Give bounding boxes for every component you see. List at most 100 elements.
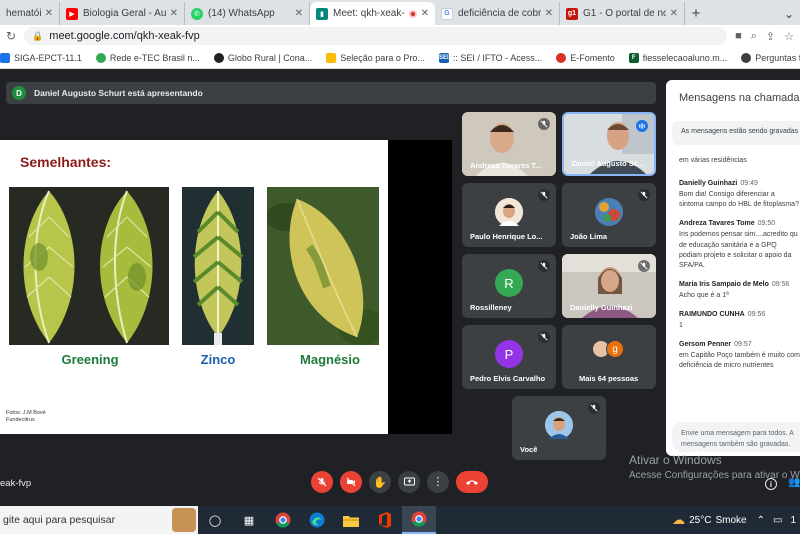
- bookmark-item[interactable]: Rede e-TEC Brasil n...: [95, 52, 200, 63]
- camera-icon[interactable]: ■: [735, 30, 742, 43]
- slide-caption: Magnésio: [300, 352, 360, 367]
- widgets-button[interactable]: ▦: [232, 506, 266, 534]
- bookmark-label: Globo Rural | Cona...: [227, 52, 313, 63]
- tab-title: Biologia Geral - Aula 1: [83, 8, 166, 19]
- message-time: 09:50: [757, 220, 776, 228]
- bookmark-item[interactable]: Ffiesselecaoaluno.m...: [628, 52, 728, 63]
- leave-call-button[interactable]: [456, 471, 488, 493]
- bookmark-item[interactable]: SIGA-EPCT-11.1: [0, 52, 82, 63]
- close-icon[interactable]: ✕: [670, 8, 678, 19]
- close-icon[interactable]: ✕: [545, 8, 553, 19]
- bookmark-label: E-Fomento: [570, 52, 615, 63]
- bookmark-item[interactable]: SEI:: SEI / IFTO - Acess...: [438, 52, 543, 63]
- share-icon[interactable]: ⇪: [766, 30, 775, 43]
- bookmarks-bar: SIGA-EPCT-11.1 Rede e-TEC Brasil n... Gl…: [0, 47, 800, 69]
- participant-tile[interactable]: P Pedro Elvis Carvalho: [462, 325, 556, 389]
- bookmark-item[interactable]: Perguntas frequent...: [741, 52, 800, 63]
- zoom-icon[interactable]: ⌕: [751, 30, 757, 43]
- youtube-icon: ▶: [66, 7, 78, 20]
- close-icon[interactable]: ✕: [170, 8, 178, 19]
- presenter-banner-text: Daniel Augusto Schurt está apresentando: [34, 88, 203, 98]
- office-taskbar-button[interactable]: [368, 506, 402, 534]
- tab-title: hematóide: [6, 8, 41, 19]
- url-text: meet.google.com/qkh-xeak-fvp: [49, 30, 200, 42]
- participant-tile[interactable]: João Lima: [562, 183, 656, 247]
- taskbar-search-box[interactable]: gite aqui para pesquisar: [0, 506, 198, 534]
- message-time: 09:49: [740, 180, 758, 188]
- browser-tab[interactable]: g1 G1 - O portal de notíc ✕: [560, 2, 685, 25]
- task-view-button[interactable]: ◯: [198, 506, 232, 534]
- message-time: 09:56: [747, 311, 766, 319]
- folder-icon: [343, 515, 359, 527]
- file-explorer-taskbar-button[interactable]: [334, 506, 368, 534]
- browser-tab[interactable]: ▶ Biologia Geral - Aula 1 ✕: [60, 2, 185, 25]
- task-view-icon: ◯: [208, 514, 222, 527]
- participant-tile[interactable]: Danielly Guinhazi: [562, 254, 656, 318]
- weather-temperature: 25°C: [689, 514, 712, 526]
- browser-tab[interactable]: hematóide ✕: [0, 2, 60, 25]
- more-participants-tile[interactable]: g Mais 64 pessoas: [562, 325, 656, 389]
- avatar: g: [606, 340, 624, 358]
- raise-hand-button[interactable]: ✋: [369, 471, 391, 493]
- avatar: P: [495, 340, 523, 369]
- chrome-taskbar-button[interactable]: [266, 506, 300, 534]
- new-tab-button[interactable]: +: [685, 2, 707, 25]
- sei-icon: SEI: [438, 52, 449, 63]
- bookmark-label: Perguntas frequent...: [755, 52, 800, 63]
- people-icon[interactable]: 👥: [788, 477, 800, 488]
- avatar: D: [12, 86, 26, 100]
- close-icon[interactable]: ✕: [421, 8, 429, 19]
- url-field[interactable]: 🔒 meet.google.com/qkh-xeak-fvp: [24, 27, 728, 45]
- participant-tile[interactable]: R Rossilleney: [462, 254, 556, 318]
- network-icon[interactable]: ▭: [773, 515, 782, 526]
- globe-icon: [213, 52, 224, 63]
- info-icon[interactable]: i: [765, 478, 777, 490]
- bookmark-item[interactable]: Globo Rural | Cona...: [213, 52, 313, 63]
- message-text: em várias residências: [679, 157, 747, 164]
- participant-name: Pedro Elvis Carvalho: [470, 374, 546, 383]
- participant-name: Você: [520, 445, 538, 454]
- participant-tile[interactable]: Daniel Augusto Sc...: [562, 112, 656, 176]
- chat-message: Maria Iris Sampaio de Melo 09:56 Acho que…: [679, 281, 800, 301]
- greening-leaf-photo: [9, 187, 169, 345]
- more-options-button[interactable]: ⋮: [427, 471, 449, 493]
- present-screen-button[interactable]: [398, 471, 420, 493]
- bookmark-item[interactable]: Seleção para o Pro...: [326, 52, 425, 63]
- chat-input-placeholder: mensagens também são gravadas.: [681, 441, 791, 449]
- participant-tile[interactable]: Andreza Tavares T...: [462, 112, 556, 176]
- chat-message-input[interactable]: Envie uma mensagem para todos. A mensage…: [672, 422, 800, 452]
- participant-tile[interactable]: Paulo Henrique Lo...: [462, 183, 556, 247]
- mic-off-icon: [538, 260, 550, 272]
- message-text: Bom dia! Consigo diferenciar a sintoma c…: [679, 191, 799, 209]
- edge-taskbar-button[interactable]: [300, 506, 334, 534]
- present-icon: [403, 477, 415, 486]
- reload-icon[interactable]: ↻: [6, 29, 16, 43]
- star-icon[interactable]: ☆: [784, 30, 794, 43]
- browser-tab[interactable]: ✆ (14) WhatsApp ✕: [185, 2, 310, 25]
- bookmark-label: :: SEI / IFTO - Acess...: [452, 52, 543, 63]
- clock-fragment[interactable]: 1: [790, 515, 796, 526]
- self-participant-tile[interactable]: Você: [512, 396, 606, 460]
- bookmark-item[interactable]: E-Fomento: [556, 52, 615, 63]
- participant-name: João Lima: [570, 232, 608, 241]
- bookmark-label: fiesselecaoaluno.m...: [642, 52, 728, 63]
- browser-tab[interactable]: G deficiência de cobre e ✕: [435, 2, 560, 25]
- chat-title: Mensagens na chamada: [679, 92, 800, 104]
- browser-tab-active[interactable]: ▮ Meet: qkh-xeak-fv ✕: [310, 2, 435, 25]
- zinc-leaf-photo: [182, 187, 254, 345]
- close-icon[interactable]: ✕: [45, 8, 53, 19]
- weather-widget[interactable]: ☁ 25°C Smoke: [672, 512, 746, 528]
- hang-up-icon: [466, 480, 478, 485]
- bookmark-favicon-icon: [556, 52, 567, 63]
- camera-toggle-button[interactable]: [340, 471, 362, 493]
- recording-notice: As mensagens estão sendo gravadas: [672, 121, 800, 145]
- message-time: 09:57: [734, 341, 752, 349]
- close-icon[interactable]: ✕: [295, 8, 303, 19]
- message-text: Iris podemos pensar sim....acredito qu d…: [679, 231, 798, 269]
- mic-toggle-button[interactable]: [311, 471, 333, 493]
- chrome-active-taskbar-button[interactable]: [402, 506, 436, 534]
- chevron-down-icon[interactable]: ⌄: [778, 2, 800, 25]
- chrome-icon: [275, 512, 291, 528]
- chevron-up-icon[interactable]: ⌃: [757, 515, 765, 526]
- g1-icon: g1: [566, 7, 578, 20]
